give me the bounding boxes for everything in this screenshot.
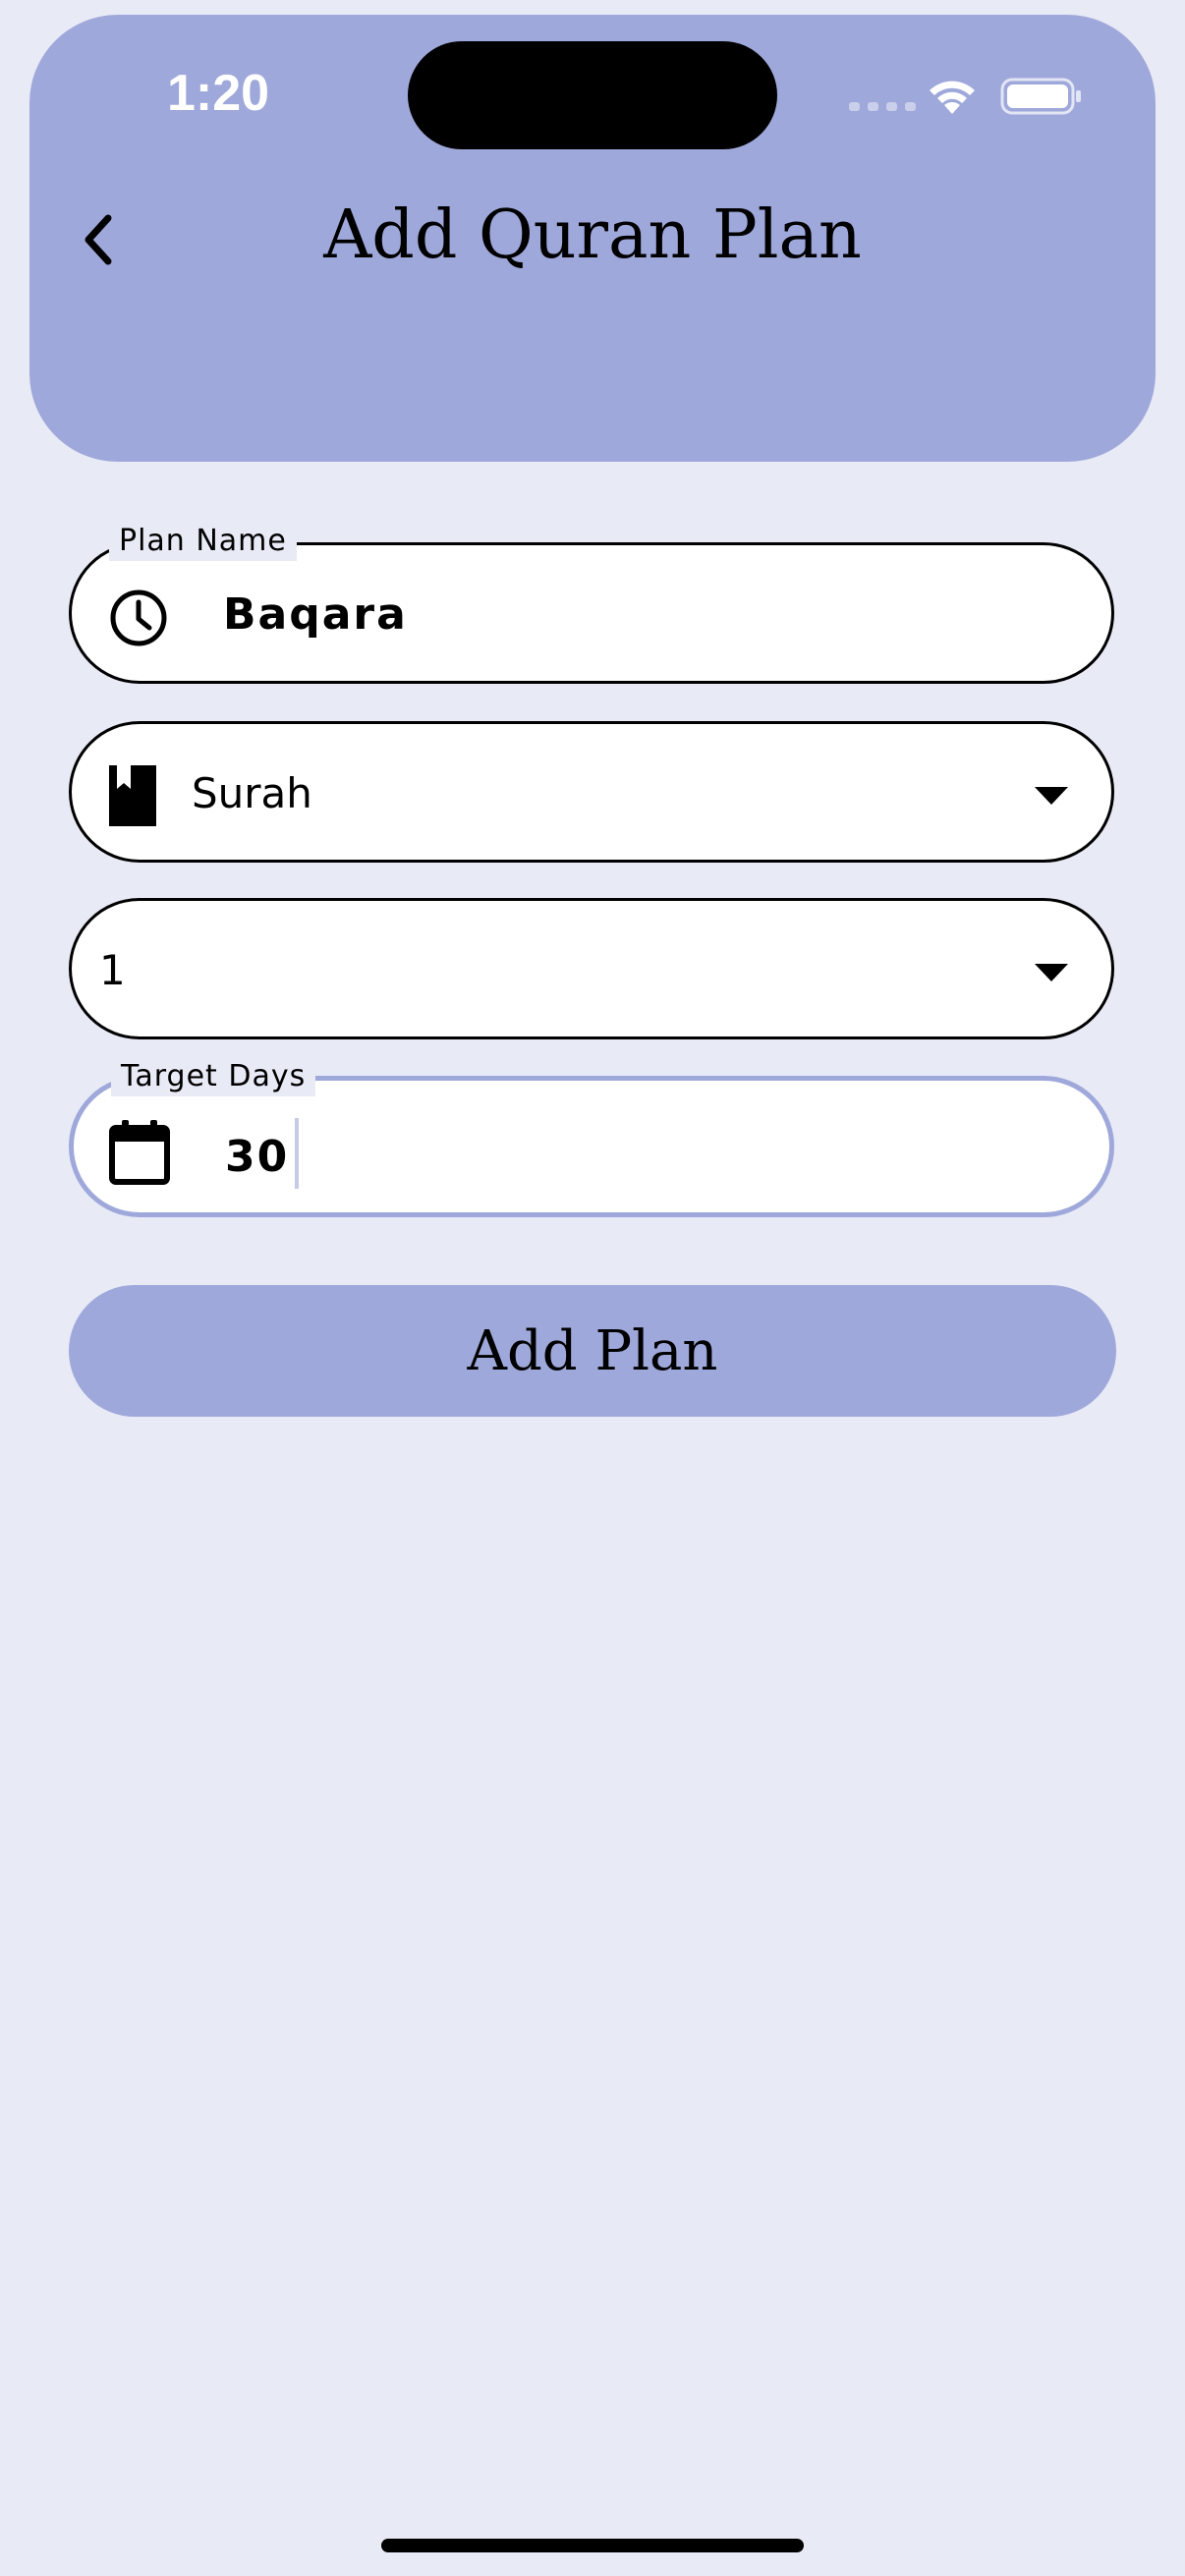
page-title: Add Quran Plan	[323, 196, 862, 274]
add-plan-button[interactable]: Add Plan	[69, 1285, 1116, 1417]
text-cursor	[295, 1118, 300, 1189]
book-bookmark-icon	[109, 765, 156, 826]
home-indicator[interactable]	[381, 2539, 804, 2552]
battery-icon	[1000, 78, 1081, 115]
caret-down-icon[interactable]	[1035, 787, 1068, 805]
plan-name-label: Plan Name	[109, 522, 297, 561]
caret-down-icon[interactable]	[1035, 964, 1068, 981]
dynamic-island	[408, 41, 777, 149]
clock-icon	[110, 589, 167, 646]
plan-name-input[interactable]: Baqara	[223, 588, 408, 642]
target-days-field[interactable]: Target Days 30	[69, 1057, 1114, 1217]
surah-number-selected: 1	[99, 946, 126, 994]
cellular-signal-icon	[849, 102, 916, 111]
calendar-icon	[109, 1120, 170, 1185]
plan-type-dropdown[interactable]: Surah	[69, 721, 1114, 863]
status-time: 1:20	[167, 65, 270, 122]
surah-number-dropdown[interactable]: 1	[69, 898, 1114, 1039]
wifi-icon	[930, 81, 975, 114]
plan-name-field[interactable]: Plan Name Baqara	[69, 522, 1114, 684]
target-days-input[interactable]: 30	[225, 1118, 300, 1195]
plan-type-selected: Surah	[192, 769, 312, 817]
target-days-label: Target Days	[111, 1057, 316, 1096]
